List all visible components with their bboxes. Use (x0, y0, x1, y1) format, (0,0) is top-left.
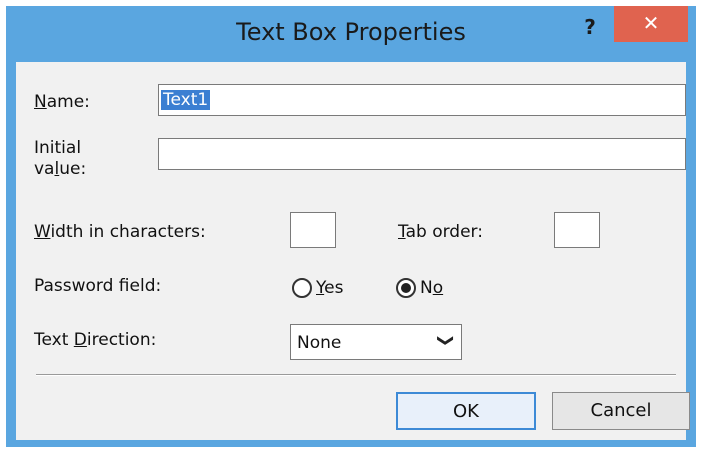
password-no-radio[interactable] (396, 278, 416, 298)
width-in-characters-input[interactable] (290, 212, 336, 248)
close-button[interactable]: ✕ (614, 6, 688, 42)
initial-value-input[interactable] (158, 138, 686, 170)
name-input-value: Text1 (161, 90, 211, 110)
password-field-label: Password field: (34, 276, 162, 296)
name-input[interactable]: Text1 (158, 84, 686, 116)
button-divider (36, 374, 676, 376)
ok-button[interactable]: OK (396, 392, 536, 430)
text-direction-select[interactable]: None ❯ (290, 324, 462, 360)
dialog-body: Name: Text1 Initial value: Width in char… (16, 62, 690, 440)
cancel-button[interactable]: Cancel (552, 392, 690, 430)
tab-order-input[interactable] (554, 212, 600, 248)
initial-value-label: Initial value: (34, 138, 87, 179)
password-yes-radio[interactable] (292, 278, 312, 298)
text-direction-label: Text Direction: (34, 330, 157, 350)
tab-order-label: Tab order: (398, 222, 483, 242)
dialog-window: Text Box Properties ? ✕ Name: Text1 Init… (6, 6, 696, 447)
name-label: Name: (34, 92, 90, 112)
close-icon: ✕ (642, 11, 660, 35)
help-button[interactable]: ? (568, 12, 612, 46)
text-direction-value: None (297, 333, 342, 353)
password-no-label[interactable]: No (420, 278, 443, 298)
radio-selected-dot (401, 283, 411, 293)
width-in-characters-label: Width in characters: (34, 222, 206, 242)
password-yes-label[interactable]: Yes (316, 278, 343, 298)
title-bar[interactable]: Text Box Properties ? ✕ (6, 6, 696, 60)
chevron-down-icon: ❯ (436, 333, 456, 348)
